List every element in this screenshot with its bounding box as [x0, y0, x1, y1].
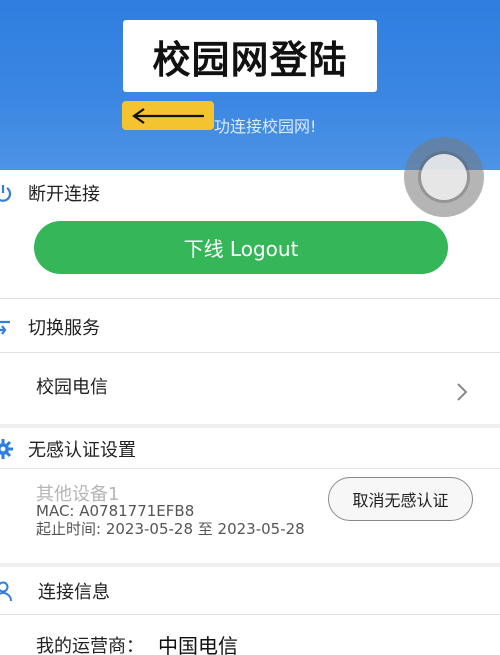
back-button[interactable] [122, 101, 214, 130]
gear-icon [0, 438, 14, 460]
section-noauth-title: 无感认证设置 [28, 440, 136, 461]
service-select-row[interactable]: 校园电信 [0, 353, 500, 423]
divider [0, 614, 500, 615]
section-disconnect-title: 断开连接 [28, 184, 100, 205]
floating-button-core [421, 154, 467, 200]
section-separator [0, 424, 500, 428]
cancel-noauth-button[interactable]: 取消无感认证 [328, 477, 473, 521]
page-title: 校园网登陆 [152, 37, 348, 82]
connection-status-text: 功连接校园网! [214, 117, 317, 136]
divider [0, 468, 500, 469]
section-connection-header: 连接信息 [0, 578, 110, 604]
user-icon [0, 580, 14, 602]
switch-icon [0, 316, 14, 338]
section-noauth-header: 无感认证设置 [0, 436, 136, 462]
device-auth-period: 起止时间: 2023-05-28 至 2023-05-28 [36, 520, 305, 538]
section-service-title: 切换服务 [28, 318, 100, 339]
floating-assistive-button[interactable] [404, 137, 484, 217]
operator-value: 中国电信 [158, 634, 238, 655]
chevron-right-icon [457, 383, 468, 401]
divider [0, 298, 500, 299]
device-mac: MAC: A0781771EFB8 [36, 502, 195, 520]
operator-label: 我的运营商： [36, 636, 144, 655]
section-connection-title: 连接信息 [38, 582, 110, 603]
current-service-label: 校园电信 [36, 377, 108, 398]
title-box: 校园网登陆 [123, 20, 377, 92]
logout-button[interactable]: 下线 Logout [34, 221, 448, 274]
section-service-header: 切换服务 [0, 314, 100, 340]
power-icon [0, 182, 14, 204]
section-disconnect-header: 断开连接 [0, 180, 100, 206]
section-separator [0, 563, 500, 567]
left-arrow-icon [132, 107, 204, 124]
